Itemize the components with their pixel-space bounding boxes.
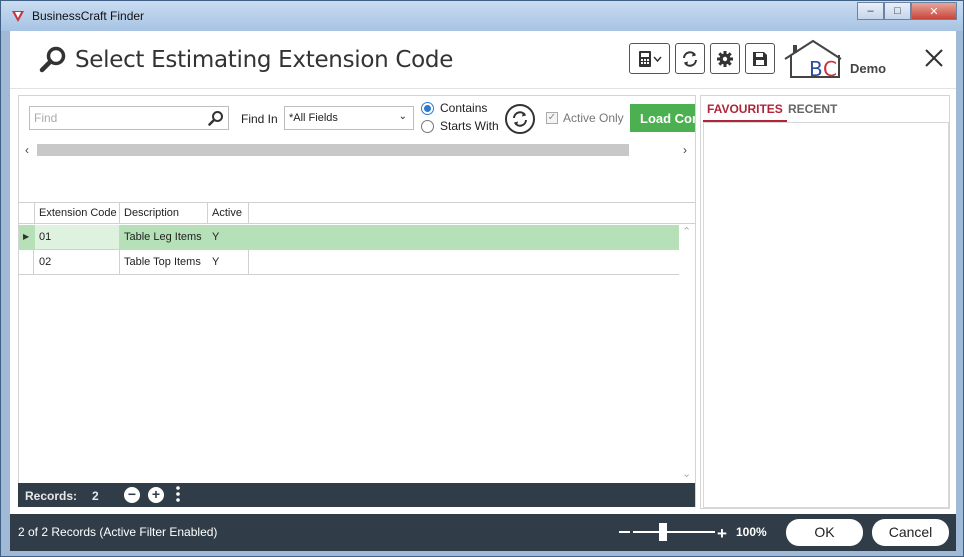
zoom-slider[interactable]: [633, 531, 715, 533]
results-grid: Extension Code Description Active ▶ 01 T…: [19, 202, 695, 485]
radio-dot: [421, 119, 434, 133]
favourites-panel: FAVOURITES RECENT: [700, 95, 950, 509]
search-results-panel: Find In *All Fields ⌄ Contains Starts Wi…: [18, 95, 696, 507]
refresh-button[interactable]: [675, 43, 705, 74]
header: Select Estimating Extension Code B C Dem…: [10, 31, 956, 89]
checkmark-icon: ✓: [546, 112, 558, 124]
column-header-description[interactable]: Description: [120, 203, 208, 224]
status-bar: 2 of 2 Records (Active Filter Enabled) +…: [10, 514, 956, 551]
logo-b: B: [809, 57, 823, 79]
radio-contains[interactable]: Contains: [421, 101, 487, 115]
cell-active[interactable]: Y: [208, 225, 249, 249]
title-bar[interactable]: BusinessCraft Finder – □ ✕: [1, 1, 963, 31]
refresh-icon: [683, 50, 697, 67]
zoom-in-icon[interactable]: +: [717, 524, 727, 544]
window-title: BusinessCraft Finder: [32, 9, 145, 23]
row-pointer-icon: ▶: [19, 225, 34, 249]
calculator-dropdown-button[interactable]: [629, 43, 670, 74]
reload-search-button[interactable]: [505, 104, 535, 134]
remove-record-button[interactable]: −: [124, 487, 140, 503]
chevron-down-icon[interactable]: ⌄: [682, 467, 691, 480]
active-only-label: Active Only: [563, 111, 624, 125]
settings-button[interactable]: [710, 43, 740, 74]
scroll-thumb[interactable]: [37, 144, 629, 156]
find-in-value: *All Fields: [289, 112, 338, 124]
tab-favourites[interactable]: FAVOURITES: [703, 102, 787, 122]
records-count: 2: [92, 489, 99, 503]
row-indicator: [19, 250, 34, 274]
find-in-label: Find In: [241, 112, 278, 126]
grid-footer: Records: 2 − +: [18, 483, 695, 507]
close-icon[interactable]: [923, 47, 945, 69]
minimize-button[interactable]: –: [857, 2, 884, 20]
cell-description[interactable]: Table Top Items: [120, 250, 208, 274]
save-button[interactable]: [745, 43, 775, 74]
active-only-checkbox[interactable]: ✓ Active Only: [546, 111, 624, 125]
column-header-active[interactable]: Active: [208, 203, 249, 224]
cancel-button[interactable]: Cancel: [872, 519, 949, 546]
zoom-slider-thumb[interactable]: [659, 523, 667, 541]
calculator-icon: [638, 50, 662, 67]
environment-label: Demo: [850, 61, 887, 76]
records-label: Records:: [25, 489, 78, 503]
search-toolbar: Find In *All Fields ⌄ Contains Starts Wi…: [19, 96, 695, 140]
status-text: 2 of 2 Records (Active Filter Enabled): [18, 525, 218, 539]
chevron-left-icon[interactable]: ‹: [25, 143, 29, 157]
horizontal-scrollbar[interactable]: ‹ ›: [19, 142, 695, 158]
zoom-value: 100%: [736, 525, 767, 539]
chevron-right-icon[interactable]: ›: [683, 143, 687, 157]
chevron-up-icon[interactable]: ⌃: [682, 225, 691, 238]
bc-logo: B C: [784, 39, 842, 79]
radio-dot: [421, 101, 434, 115]
ok-button[interactable]: OK: [786, 519, 863, 546]
tab-recent[interactable]: RECENT: [784, 102, 841, 120]
zoom-out-icon[interactable]: [619, 531, 630, 533]
maximize-button[interactable]: □: [884, 2, 911, 20]
save-icon: [753, 51, 767, 66]
load-button[interactable]: Load Cor: [630, 104, 695, 132]
column-header-extension-code[interactable]: Extension Code: [35, 203, 120, 224]
window-controls: – □ ✕: [857, 2, 957, 20]
client-area: Select Estimating Extension Code B C Dem…: [10, 31, 956, 551]
search-icon[interactable]: [208, 110, 224, 126]
vertical-scrollbar[interactable]: ⌃ ⌄: [679, 225, 695, 487]
app-logo-icon: [12, 11, 24, 22]
grid-header: Extension Code Description Active: [19, 203, 695, 224]
find-input[interactable]: [29, 106, 229, 130]
cell-active[interactable]: Y: [208, 250, 249, 274]
more-options-icon[interactable]: [176, 486, 180, 502]
cell-extension-code[interactable]: 02: [35, 250, 120, 274]
panel-tabs: FAVOURITES RECENT: [701, 102, 949, 122]
radio-starts-with[interactable]: Starts With: [421, 119, 499, 133]
gear-icon: [717, 50, 733, 67]
chevron-down-icon: ⌄: [398, 111, 407, 122]
finder-window: BusinessCraft Finder – □ ✕ Select Estima…: [0, 0, 964, 557]
radio-contains-label: Contains: [440, 101, 488, 115]
logo-c: C: [823, 57, 837, 79]
page-title: Select Estimating Extension Code: [75, 47, 454, 73]
row-indicator-header: [19, 203, 35, 224]
table-row[interactable]: 02 Table Top Items Y: [19, 250, 679, 275]
window-close-button[interactable]: ✕: [911, 2, 957, 20]
table-row[interactable]: ▶ 01 Table Leg Items Y: [19, 225, 679, 250]
tab-content: [703, 122, 949, 508]
search-icon: [39, 46, 66, 73]
cell-extension-code[interactable]: 01: [35, 225, 120, 249]
find-in-select[interactable]: *All Fields ⌄: [284, 106, 414, 130]
radio-starts-with-label: Starts With: [440, 119, 499, 133]
cell-description[interactable]: Table Leg Items: [120, 225, 208, 249]
add-record-button[interactable]: +: [148, 487, 164, 503]
refresh-icon: [513, 111, 527, 127]
